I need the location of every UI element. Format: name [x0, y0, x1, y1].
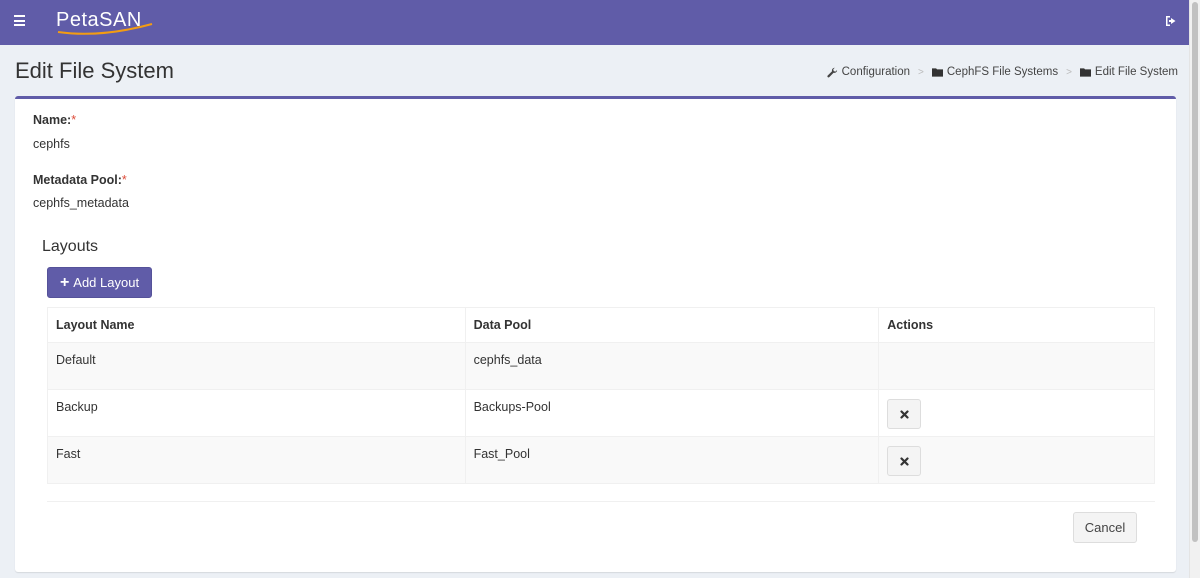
sign-out-icon[interactable]	[1165, 15, 1177, 27]
cancel-button[interactable]: Cancel	[1073, 512, 1137, 543]
table-row: Fast Fast_Pool	[47, 436, 1155, 484]
required-marker: *	[71, 113, 77, 127]
table-row: Backup Backups-Pool	[47, 389, 1155, 437]
column-header-layout-name: Layout Name	[47, 307, 466, 343]
breadcrumb-item-edit-file-system: Edit File System	[1079, 66, 1178, 78]
vertical-scrollbar[interactable]	[1189, 0, 1200, 578]
name-value: cephfs	[33, 137, 70, 151]
add-layout-button[interactable]: + Add Layout	[47, 267, 152, 298]
layouts-table: Layout Name Data Pool Actions Default ce…	[47, 307, 1155, 484]
logo-swoosh	[57, 23, 153, 35]
column-header-actions: Actions	[878, 307, 1155, 343]
data-pool-cell: Fast_Pool	[464, 436, 880, 484]
close-icon	[900, 456, 909, 466]
folder-icon	[1079, 68, 1091, 77]
table-row: Default cephfs_data	[47, 342, 1155, 390]
page-title: Edit File System	[15, 58, 174, 83]
layout-name-cell: Default	[47, 342, 466, 390]
breadcrumb-item-cephfs-file-systems[interactable]: CephFS File Systems	[931, 66, 1059, 78]
layout-name-cell: Backup	[47, 389, 466, 437]
add-layout-label: Add Layout	[73, 275, 140, 290]
data-pool-cell: cephfs_data	[464, 342, 880, 390]
breadcrumb-label: Edit File System	[1094, 66, 1178, 78]
delete-layout-button[interactable]	[887, 446, 922, 476]
breadcrumb-label: CephFS File Systems	[946, 66, 1059, 78]
layout-name-cell: Fast	[47, 436, 466, 484]
actions-cell	[878, 342, 1155, 390]
data-pool-cell: Backups-Pool	[464, 389, 880, 437]
footer-divider	[47, 501, 1155, 502]
folder-icon	[931, 68, 943, 77]
actions-cell	[878, 436, 1155, 484]
scrollbar-thumb[interactable]	[1192, 2, 1198, 542]
wrench-icon	[827, 67, 837, 77]
top-navbar: PetaSAN	[0, 0, 1189, 45]
column-header-data-pool: Data Pool	[464, 307, 880, 343]
breadcrumb-separator: >	[918, 66, 924, 78]
actions-cell	[878, 389, 1155, 437]
hamburger-menu-icon[interactable]	[14, 15, 25, 26]
delete-layout-button[interactable]	[887, 399, 922, 429]
plus-icon: +	[59, 273, 70, 291]
layouts-heading: Layouts	[42, 238, 99, 255]
table-header-row: Layout Name Data Pool Actions	[47, 307, 1155, 343]
metadata-pool-label: Metadata Pool:*	[33, 173, 127, 187]
required-marker: *	[121, 173, 127, 187]
close-icon	[900, 409, 909, 419]
breadcrumb-item-configuration[interactable]: Configuration	[827, 66, 910, 78]
breadcrumb: Configuration > CephFS File Systems > Ed…	[827, 66, 1178, 78]
name-label: Name:*	[33, 113, 77, 127]
breadcrumb-label: Configuration	[841, 66, 911, 78]
edit-file-system-panel: Name:* cephfs Metadata Pool:* cephfs_met…	[15, 96, 1176, 572]
metadata-pool-value: cephfs_metadata	[33, 196, 129, 210]
breadcrumb-separator: >	[1066, 66, 1072, 78]
